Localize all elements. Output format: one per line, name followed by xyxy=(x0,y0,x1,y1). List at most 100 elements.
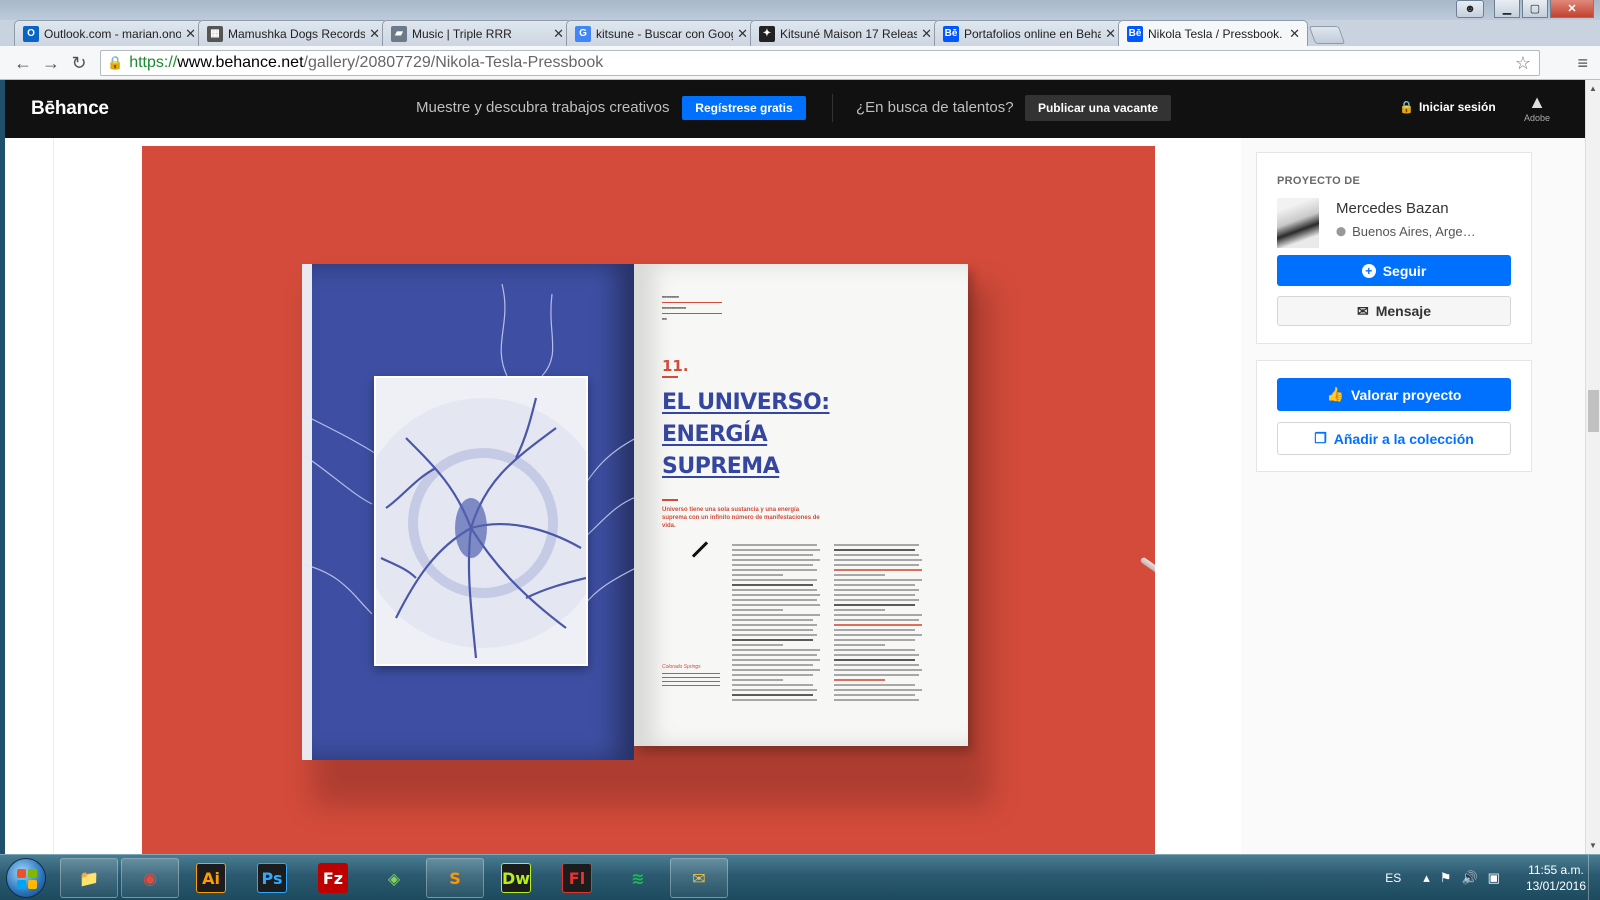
spotify-taskbar-icon[interactable]: ≋ xyxy=(609,858,667,898)
body-column-1 xyxy=(732,544,824,704)
tab-close-icon[interactable]: ✕ xyxy=(921,26,932,42)
start-button[interactable] xyxy=(6,858,46,898)
tab-close-icon[interactable]: ✕ xyxy=(737,26,748,42)
address-bar[interactable]: 🔒 https:// www.behance.net /gallery/2080… xyxy=(100,50,1540,76)
post-job-button[interactable]: Publicar una vacante xyxy=(1025,95,1171,121)
text-line xyxy=(834,679,885,681)
tab-close-icon[interactable]: ✕ xyxy=(1289,26,1300,42)
text-line xyxy=(732,599,817,601)
bookmark-star-icon[interactable]: ☆ xyxy=(1515,53,1531,74)
show-desktop-button[interactable] xyxy=(1588,855,1600,900)
maximize-button[interactable]: ▢ xyxy=(1522,0,1548,18)
text-line xyxy=(834,569,923,571)
explorer-taskbar-icon[interactable]: 📁 xyxy=(60,858,118,898)
browser-tab[interactable]: Gkitsune - Buscar con Goog ✕ xyxy=(566,20,756,46)
text-line xyxy=(732,624,817,626)
layers-taskbar-icon[interactable]: ◈ xyxy=(365,858,423,898)
dreamweaver-taskbar-icon[interactable]: Dw xyxy=(487,858,545,898)
message-button[interactable]: ✉ Mensaje xyxy=(1277,296,1511,326)
illustrator-taskbar-icon[interactable]: Ai xyxy=(182,858,240,898)
adobe-link[interactable]: ▲ Adobe xyxy=(1517,92,1557,123)
tab-close-icon[interactable]: ✕ xyxy=(185,26,196,42)
browser-tab[interactable]: O Outlook.com - marian.ono ✕ xyxy=(14,20,204,46)
clock[interactable]: 11:55 a.m. 13/01/2016 xyxy=(1526,862,1586,894)
text-line xyxy=(732,559,821,561)
headline-line-2: ENERGÍA xyxy=(662,422,768,447)
browser-tab[interactable]: ▦ Mamushka Dogs Records ✕ xyxy=(198,20,388,46)
forward-button[interactable]: → xyxy=(40,52,62,74)
left-rail xyxy=(5,138,54,854)
header-tagline: Muestre y descubra trabajos creativos xyxy=(416,99,670,116)
adobe-icon: ▲ xyxy=(1528,92,1546,112)
meta-line: ▬▬▬▬▬▬▬▬▬▬ xyxy=(662,305,687,310)
mail-taskbar-icon[interactable]: ✉ xyxy=(670,858,728,898)
explorer-icon: 📁 xyxy=(79,868,99,888)
tab-title: Kitsuné Maison 17 Release xyxy=(780,26,917,41)
text-line xyxy=(732,684,813,686)
text-line xyxy=(834,634,923,636)
tab-strip: O Outlook.com - marian.ono ✕ ▦ Mamushka Dogs… xyxy=(14,20,1346,46)
show-hidden-icon[interactable]: ▴ xyxy=(1423,870,1430,886)
meta-rule xyxy=(662,302,722,303)
browser-tab[interactable]: Bē Nikola Tesla / Pressbook. ✕ xyxy=(1118,20,1308,46)
add-collection-label: Añadir a la colección xyxy=(1333,430,1474,447)
text-line xyxy=(732,669,821,671)
browser-tab[interactable]: ▰ Music | Triple RRR ✕ xyxy=(382,20,572,46)
tab-favicon-icon: Bē xyxy=(1127,25,1143,42)
chapter-number: 11. xyxy=(662,357,689,375)
tab-favicon-icon: ▦ xyxy=(207,25,223,42)
scroll-down-icon[interactable]: ▼ xyxy=(1589,841,1597,850)
text-line xyxy=(732,689,817,691)
register-button[interactable]: Regístrese gratis xyxy=(682,96,806,120)
plus-icon: + xyxy=(1361,263,1376,278)
text-line xyxy=(732,584,813,586)
behance-logo[interactable]: Bēhance xyxy=(31,98,109,120)
sublime-taskbar-icon[interactable]: S xyxy=(426,858,484,898)
login-link[interactable]: 🔒 Iniciar sesión xyxy=(1399,100,1496,114)
text-line xyxy=(732,549,821,551)
tab-close-icon[interactable]: ✕ xyxy=(1105,26,1116,42)
new-tab-button[interactable] xyxy=(1308,26,1346,44)
page-scrollbar[interactable]: ▲ ▼ xyxy=(1585,80,1600,854)
scroll-thumb[interactable] xyxy=(1588,390,1599,432)
text-line xyxy=(732,594,821,596)
reload-button[interactable]: ↻ xyxy=(68,52,90,74)
appreciate-button[interactable]: 👍 Valorar proyecto xyxy=(1277,378,1511,411)
photoshop-taskbar-icon[interactable]: Ps xyxy=(243,858,301,898)
text-line xyxy=(732,554,813,556)
owner-name[interactable]: Mercedes Bazan xyxy=(1336,200,1449,217)
browser-tab[interactable]: Bē Portafolios online en Beha ✕ xyxy=(934,20,1124,46)
language-indicator[interactable]: ES xyxy=(1385,871,1401,885)
meta-line: ▬▬ xyxy=(662,316,667,321)
chrome-taskbar-icon[interactable]: ◉ xyxy=(121,858,179,898)
back-button[interactable]: ← xyxy=(12,52,34,74)
text-line xyxy=(732,634,817,636)
speaker-icon[interactable]: 🔊 xyxy=(1461,870,1477,886)
filezilla-taskbar-icon[interactable]: Fz xyxy=(304,858,362,898)
text-line xyxy=(834,574,885,576)
url-host: www.behance.net xyxy=(177,54,304,71)
user-icon[interactable]: ☻ xyxy=(1456,0,1484,18)
chrome-menu-icon[interactable]: ≡ xyxy=(1577,53,1588,74)
magazine-lead: Universo tiene una sola sustancia y una … xyxy=(662,507,820,529)
minimize-button[interactable]: ▁ xyxy=(1494,0,1520,18)
scroll-up-icon[interactable]: ▲ xyxy=(1589,84,1597,93)
tab-close-icon[interactable]: ✕ xyxy=(553,26,564,42)
close-button[interactable]: ✕ xyxy=(1550,0,1594,18)
url-path: /gallery/20807729/Nikola-Tesla-Pressbook xyxy=(303,54,604,71)
project-main: ▬▬▬▬▬▬▬ ▬▬▬▬▬▬▬▬▬▬ ▬▬ 11. EL UNIVERSO: E… xyxy=(54,138,1241,854)
network-icon[interactable]: ▣ xyxy=(1488,870,1500,886)
layers-icon: ◈ xyxy=(387,868,401,888)
project-image[interactable]: ▬▬▬▬▬▬▬ ▬▬▬▬▬▬▬▬▬▬ ▬▬ 11. EL UNIVERSO: E… xyxy=(142,146,1155,854)
add-collection-button[interactable]: ❐ Añadir a la colección xyxy=(1277,422,1511,455)
flash-taskbar-icon[interactable]: Fl xyxy=(548,858,606,898)
clock-time: 11:55 a.m. xyxy=(1528,863,1584,877)
follow-button[interactable]: + Seguir xyxy=(1277,255,1511,286)
lock-icon: 🔒 xyxy=(1399,100,1414,114)
flag-icon[interactable]: ⚑ xyxy=(1440,870,1452,886)
browser-tab[interactable]: ✦ Kitsuné Maison 17 Release ✕ xyxy=(750,20,940,46)
text-line xyxy=(834,554,919,556)
tab-close-icon[interactable]: ✕ xyxy=(369,26,380,42)
avatar[interactable] xyxy=(1277,198,1319,248)
text-line xyxy=(732,579,817,581)
